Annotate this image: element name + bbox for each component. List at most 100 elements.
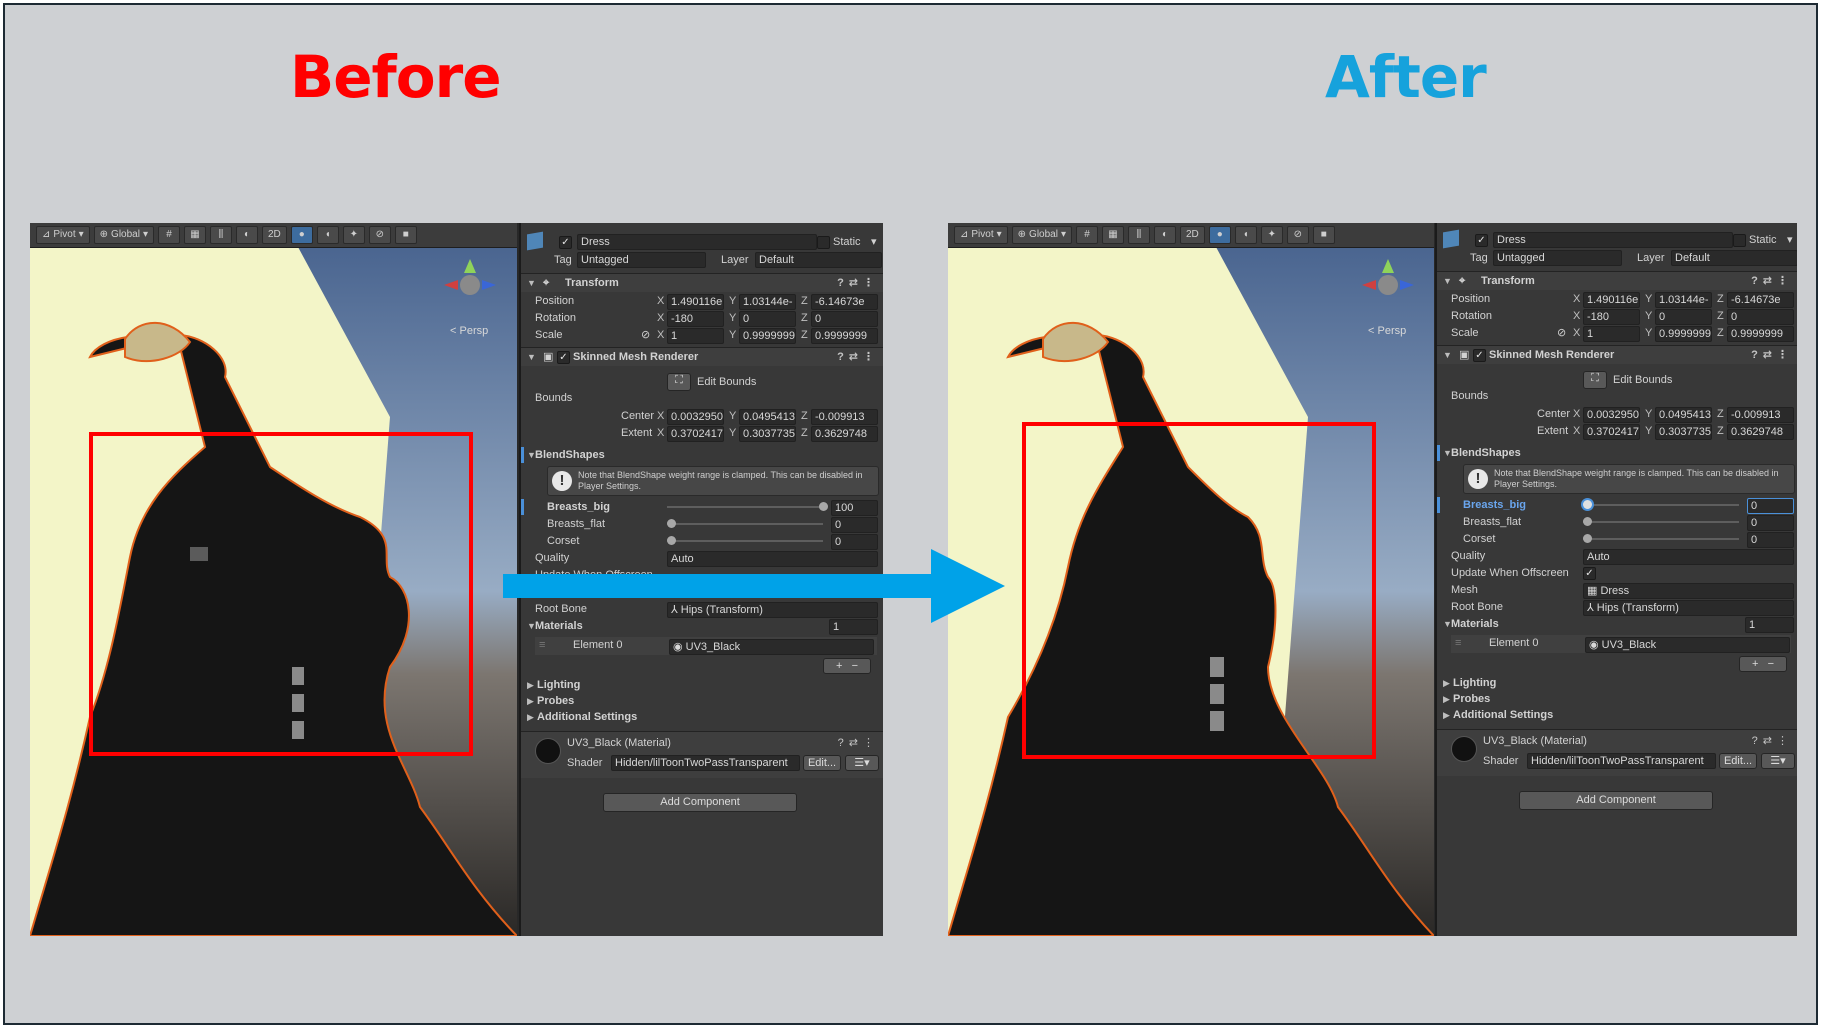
shader-list-icon[interactable]: ☰▾: [845, 755, 879, 771]
shader-dropdown[interactable]: Hidden/lilToonTwoPassTransparent: [611, 755, 800, 771]
component-menu-icons[interactable]: ?⇄⋮: [1751, 273, 1793, 289]
extent-y-field[interactable]: 0.3037735: [739, 426, 796, 442]
rotation-x-field[interactable]: -180: [667, 311, 724, 327]
drag-handle-icon[interactable]: ≡: [539, 637, 545, 653]
component-menu-icons[interactable]: ?⇄⋮: [1752, 733, 1793, 749]
link-icon[interactable]: ⊘: [641, 327, 650, 343]
blendshape-slider-knob[interactable]: [1583, 534, 1592, 543]
smr-header[interactable]: ▼ ▣ ✓ Skinned Mesh Renderer ?⇄⋮: [1437, 345, 1797, 364]
blendshape-slider-knob[interactable]: [819, 502, 828, 511]
blendshape-value-field[interactable]: 0: [1747, 515, 1794, 531]
global-button[interactable]: ⊕ Global ▾: [93, 226, 154, 244]
transform-header[interactable]: ▼ ⌖ Transform ?⇄⋮: [1437, 271, 1797, 290]
object-name-field[interactable]: Dress: [1493, 232, 1733, 248]
transform-header[interactable]: ▼ ⌖ Transform ?⇄⋮: [521, 273, 883, 292]
quality-dropdown[interactable]: Auto: [1583, 549, 1794, 565]
scale-y-field[interactable]: 0.9999999: [1655, 326, 1712, 342]
smr-enabled-checkbox[interactable]: ✓: [1473, 349, 1486, 362]
position-x-field[interactable]: 1.490116e: [667, 294, 724, 310]
plus-button[interactable]: +: [836, 660, 842, 672]
grid-snap-icon[interactable]: #: [1075, 226, 1098, 244]
section-lighting[interactable]: ▶ Lighting: [1437, 675, 1797, 691]
object-name-field[interactable]: Dress: [577, 234, 817, 250]
lighting-icon[interactable]: ●: [1208, 226, 1231, 244]
layer-dropdown[interactable]: Default: [755, 252, 882, 268]
center-y-field[interactable]: 0.0495413: [739, 409, 796, 425]
rotation-y-field[interactable]: 0: [739, 311, 796, 327]
element0-field[interactable]: ◉ UV3_Black: [669, 639, 874, 655]
lighting-icon[interactable]: ●: [290, 226, 313, 244]
rotation-z-field[interactable]: 0: [1727, 309, 1794, 325]
static-checkbox[interactable]: [817, 236, 830, 249]
edit-bounds-button[interactable]: ⛶: [1583, 371, 1607, 389]
section-probes[interactable]: ▶ Probes: [521, 693, 883, 709]
hidden-objects-icon[interactable]: ⊘: [1286, 226, 1309, 244]
section-probes[interactable]: ▶ Probes: [1437, 691, 1797, 707]
center-z-field[interactable]: -0.009913: [811, 409, 878, 425]
blendshape-slider[interactable]: [667, 523, 823, 525]
position-y-field[interactable]: 1.03144e-: [739, 294, 796, 310]
blendshape-slider[interactable]: [1583, 521, 1739, 523]
grid-snap-icon[interactable]: #: [157, 226, 180, 244]
minus-button[interactable]: −: [852, 660, 858, 672]
extent-z-field[interactable]: 0.3629748: [1727, 424, 1794, 440]
camera-icon[interactable]: ■: [1312, 226, 1335, 244]
blendshapes-foldout[interactable]: ▼ BlendShapes: [521, 447, 883, 463]
minus-button[interactable]: −: [1768, 658, 1774, 670]
edit-shader-button[interactable]: Edit...: [803, 755, 841, 771]
extent-x-field[interactable]: 0.3702417: [1583, 424, 1640, 440]
scale-z-field[interactable]: 0.9999999: [1727, 326, 1794, 342]
edit-shader-button[interactable]: Edit...: [1719, 753, 1757, 769]
pivot-button[interactable]: ⊿ Pivot ▾: [954, 226, 1008, 244]
extent-x-field[interactable]: 0.3702417: [667, 426, 724, 442]
rotation-y-field[interactable]: 0: [1655, 309, 1712, 325]
link-icon[interactable]: ⊘: [1557, 325, 1566, 341]
scale-x-field[interactable]: 1: [667, 328, 724, 344]
persp-label[interactable]: < Persp: [1368, 325, 1406, 337]
position-y-field[interactable]: 1.03144e-: [1655, 292, 1712, 308]
rotation-z-field[interactable]: 0: [811, 311, 878, 327]
draw-mode-icon[interactable]: ◐: [235, 226, 258, 244]
scale-x-field[interactable]: 1: [1583, 326, 1640, 342]
position-x-field[interactable]: 1.490116e: [1583, 292, 1640, 308]
effects-icon[interactable]: ✦: [1260, 226, 1283, 244]
audio-icon[interactable]: ◖: [316, 226, 339, 244]
component-menu-icons[interactable]: ?⇄⋮: [837, 349, 879, 365]
blendshape-value-field[interactable]: 0: [831, 534, 878, 550]
edit-bounds-button[interactable]: ⛶: [667, 373, 691, 391]
layer-dropdown[interactable]: Default: [1671, 250, 1797, 266]
shader-list-icon[interactable]: ☰▾: [1761, 753, 1795, 769]
center-z-field[interactable]: -0.009913: [1727, 407, 1794, 423]
scale-y-field[interactable]: 0.9999999: [739, 328, 796, 344]
tag-dropdown[interactable]: Untagged: [577, 252, 706, 268]
effects-icon[interactable]: ✦: [342, 226, 365, 244]
component-menu-icons[interactable]: ?⇄⋮: [1751, 347, 1793, 363]
blendshape-slider-knob[interactable]: [1583, 500, 1592, 509]
extent-y-field[interactable]: 0.3037735: [1655, 424, 1712, 440]
section-additional[interactable]: ▶ Additional Settings: [1437, 707, 1797, 723]
blendshape-value-field[interactable]: 0: [831, 517, 878, 533]
section-lighting[interactable]: ▶ Lighting: [521, 677, 883, 693]
shader-dropdown[interactable]: Hidden/lilToonTwoPassTransparent: [1527, 753, 1716, 769]
mesh-field[interactable]: ▦ Dress: [1583, 583, 1794, 599]
add-component-button[interactable]: Add Component: [1519, 791, 1713, 810]
blendshape-slider-knob[interactable]: [1583, 517, 1592, 526]
increment-snap-icon[interactable]: ⫼: [1127, 226, 1150, 244]
add-remove-buttons[interactable]: + −: [1739, 656, 1787, 672]
static-dropdown-icon[interactable]: ▾: [1787, 232, 1793, 248]
scale-z-field[interactable]: 0.9999999: [811, 328, 878, 344]
center-x-field[interactable]: 0.0032950: [1583, 407, 1640, 423]
smr-enabled-checkbox[interactable]: ✓: [557, 351, 570, 364]
camera-icon[interactable]: ■: [394, 226, 417, 244]
blendshape-slider-knob[interactable]: [667, 519, 676, 528]
position-z-field[interactable]: -6.14673e: [1727, 292, 1794, 308]
blendshape-slider[interactable]: [1583, 538, 1739, 540]
global-button[interactable]: ⊕ Global ▾: [1011, 226, 1072, 244]
add-remove-buttons[interactable]: + −: [823, 658, 871, 674]
position-z-field[interactable]: -6.14673e: [811, 294, 878, 310]
section-additional[interactable]: ▶ Additional Settings: [521, 709, 883, 725]
hidden-objects-icon[interactable]: ⊘: [368, 226, 391, 244]
active-checkbox[interactable]: ✓: [1475, 234, 1488, 247]
audio-icon[interactable]: ◖: [1234, 226, 1257, 244]
materials-count-field[interactable]: 1: [1745, 617, 1794, 633]
